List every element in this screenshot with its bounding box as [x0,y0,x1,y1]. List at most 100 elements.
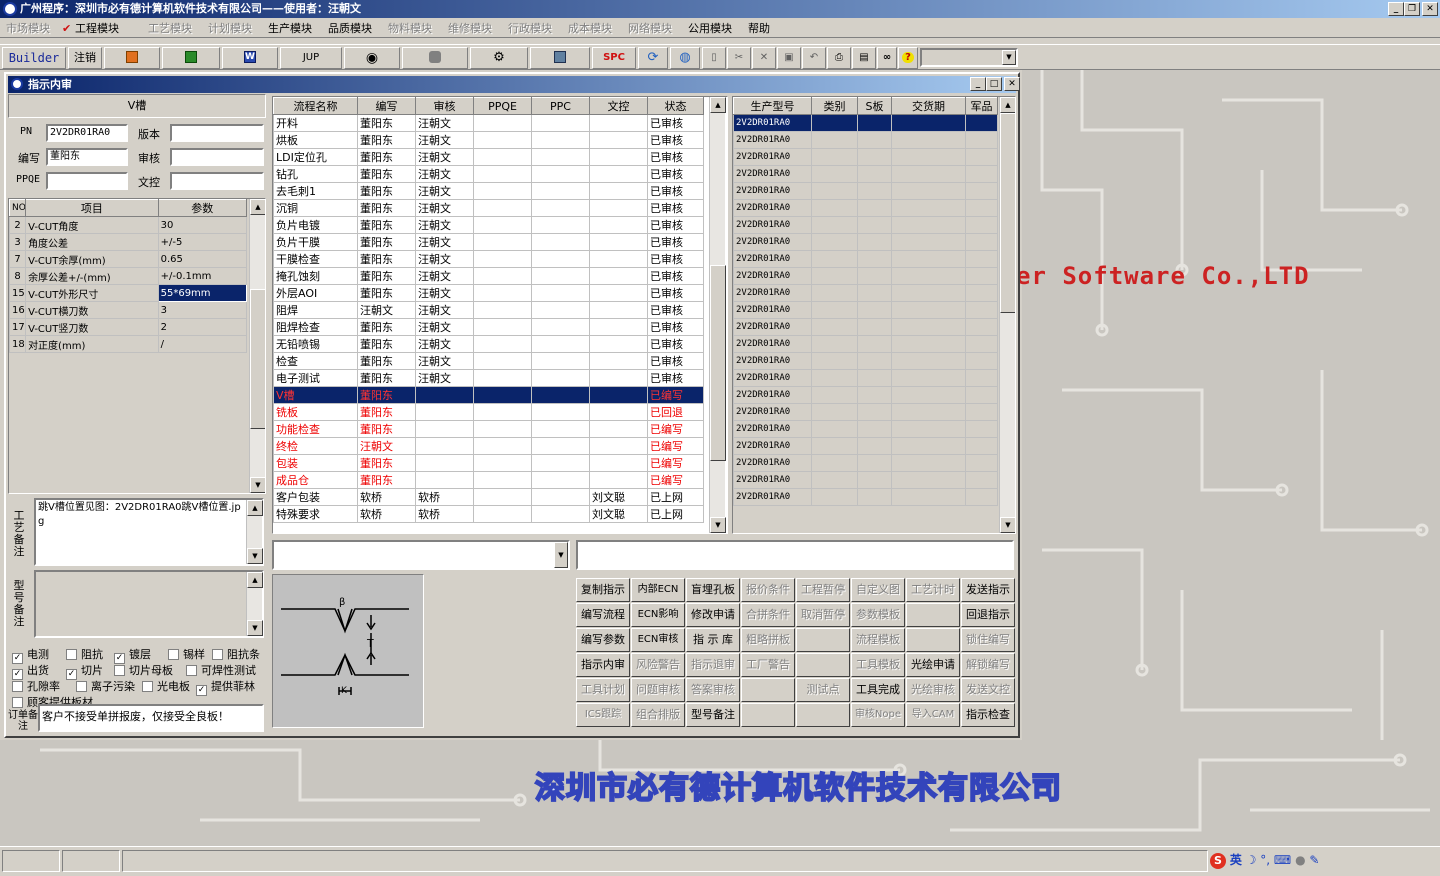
action-button[interactable]: 指 示 库 [686,628,740,652]
process-ppc[interactable] [531,131,590,149]
model-cell[interactable] [891,437,966,455]
action-button[interactable]: 工具完成 [851,678,905,702]
model-cell[interactable] [891,335,966,353]
process-editor[interactable]: 董阳东 [357,420,416,438]
process-row[interactable]: 负片电镀 董阳东 汪朝文 已审核 [273,216,704,234]
process-name[interactable]: 开料 [273,114,358,132]
process-row[interactable]: 铣板 董阳东 已回退 [273,403,704,421]
model-cell[interactable] [965,267,998,285]
process-name[interactable]: 外层AOI [273,284,358,302]
process-ppqe[interactable] [473,131,532,149]
checkbox-option[interactable]: 锡样 [168,646,205,662]
process-editor[interactable]: 董阳东 [357,216,416,234]
param-item[interactable]: V-CUT外形尺寸 [25,284,159,302]
model-cell[interactable] [811,403,858,421]
model-cell[interactable] [857,182,892,200]
model-cell[interactable] [857,352,892,370]
model-cell[interactable] [891,369,966,387]
scroll-up-icon[interactable]: ▲ [710,97,726,113]
param-value[interactable]: 3 [157,301,248,319]
menu-item-4[interactable]: 生产模块 [268,20,312,36]
model-row[interactable]: 2V2DR01RA0 [733,420,998,438]
model-number[interactable]: 2V2DR01RA0 [733,250,812,268]
param-no[interactable]: 8 [9,267,27,285]
keyboard-icon[interactable]: ⌨ [1274,853,1291,867]
process-editor[interactable]: 汪朝文 [357,437,416,455]
model-cell[interactable] [857,114,892,132]
model-cell[interactable] [811,318,858,336]
action-button[interactable]: 锁住编写 [961,628,1015,652]
model-cell[interactable] [891,420,966,438]
process-status[interactable]: 已审核 [647,301,704,319]
builder-button[interactable]: Builder [2,47,66,69]
process-editor[interactable]: 汪朝文 [357,301,416,319]
model-cell[interactable] [811,454,858,472]
model-cell[interactable] [857,403,892,421]
param-value[interactable]: / [157,335,248,353]
process-doc[interactable] [589,233,648,251]
process-ppc[interactable] [531,250,590,268]
model-cell[interactable] [811,182,858,200]
pn-field[interactable]: 2V2DR01RA0 [46,124,128,142]
scroll-up-icon[interactable]: ▲ [247,572,263,588]
process-row[interactable]: 无铅喷锡 董阳东 汪朝文 已审核 [273,335,704,353]
process-status[interactable]: 已审核 [647,267,704,285]
model-number[interactable]: 2V2DR01RA0 [733,216,812,234]
param-value[interactable]: +/-5 [157,233,248,251]
param-row[interactable]: 8 余厚公差+/-(mm) +/-0.1mm [9,267,248,285]
punctuation-icon[interactable]: °, [1260,853,1270,867]
scroll-down-icon[interactable]: ▼ [247,620,263,636]
sogou-icon[interactable]: S [1210,853,1226,869]
process-doc[interactable] [589,318,648,336]
model-cell[interactable] [857,267,892,285]
scroll-thumb[interactable] [250,289,265,429]
model-cell[interactable] [857,369,892,387]
menu-item-11[interactable]: 公用模块 [688,20,732,36]
model-row[interactable]: 2V2DR01RA0 [733,369,998,387]
process-doc[interactable] [589,182,648,200]
process-doc[interactable] [589,216,648,234]
action-button[interactable] [906,628,960,652]
model-number[interactable]: 2V2DR01RA0 [733,335,812,353]
reviewer-field[interactable] [170,148,264,166]
process-row[interactable]: LDI定位孔 董阳东 汪朝文 已审核 [273,148,704,166]
model-row[interactable]: 2V2DR01RA0 [733,437,998,455]
doc-control-field[interactable] [170,172,264,190]
action-button[interactable]: 组合排版 [631,703,685,727]
checkbox-option[interactable]: 离子污染 [76,678,135,694]
model-number[interactable]: 2V2DR01RA0 [733,131,812,149]
process-name[interactable]: 客户包装 [273,488,358,506]
param-item[interactable]: V-CUT角度 [25,216,159,234]
process-ppqe[interactable] [473,437,532,455]
minimize-icon[interactable]: _ [970,77,986,91]
process-name[interactable]: 去毛刺1 [273,182,358,200]
process-status[interactable]: 已审核 [647,216,704,234]
process-status[interactable]: 已审核 [647,199,704,217]
model-cell[interactable] [965,199,998,217]
param-item[interactable]: V-CUT横刀数 [25,301,159,319]
process-ppqe[interactable] [473,216,532,234]
param-row[interactable]: 7 V-CUT余厚(mm) 0.65 [9,250,248,268]
process-row[interactable]: 客户包装 软桥 软桥 刘文聪 已上网 [273,488,704,506]
process-ppqe[interactable] [473,301,532,319]
process-reviewer[interactable]: 汪朝文 [415,318,474,336]
model-cell[interactable] [857,454,892,472]
process-ppqe[interactable] [473,420,532,438]
param-value[interactable]: +/-0.1mm [157,267,248,285]
process-reviewer[interactable]: 汪朝文 [415,233,474,251]
model-note-field[interactable]: ▲ ▼ [34,570,264,638]
action-button[interactable]: 工具计划 [576,678,630,702]
model-cell[interactable] [891,165,966,183]
model-row[interactable]: 2V2DR01RA0 [733,352,998,370]
process-doc[interactable] [589,352,648,370]
process-reviewer[interactable] [415,454,474,472]
order-note-field[interactable]: 客户不接受单拼报废，仅接受全良板！ [38,704,264,732]
process-reviewer[interactable]: 汪朝文 [415,216,474,234]
process-status[interactable]: 已审核 [647,233,704,251]
excel-button[interactable] [162,47,220,69]
model-header[interactable]: S板 [857,97,892,115]
param-no[interactable]: 2 [9,216,27,234]
process-ppc[interactable] [531,301,590,319]
process-status[interactable]: 已编写 [647,437,704,455]
process-name[interactable]: 特殊要求 [273,505,358,523]
